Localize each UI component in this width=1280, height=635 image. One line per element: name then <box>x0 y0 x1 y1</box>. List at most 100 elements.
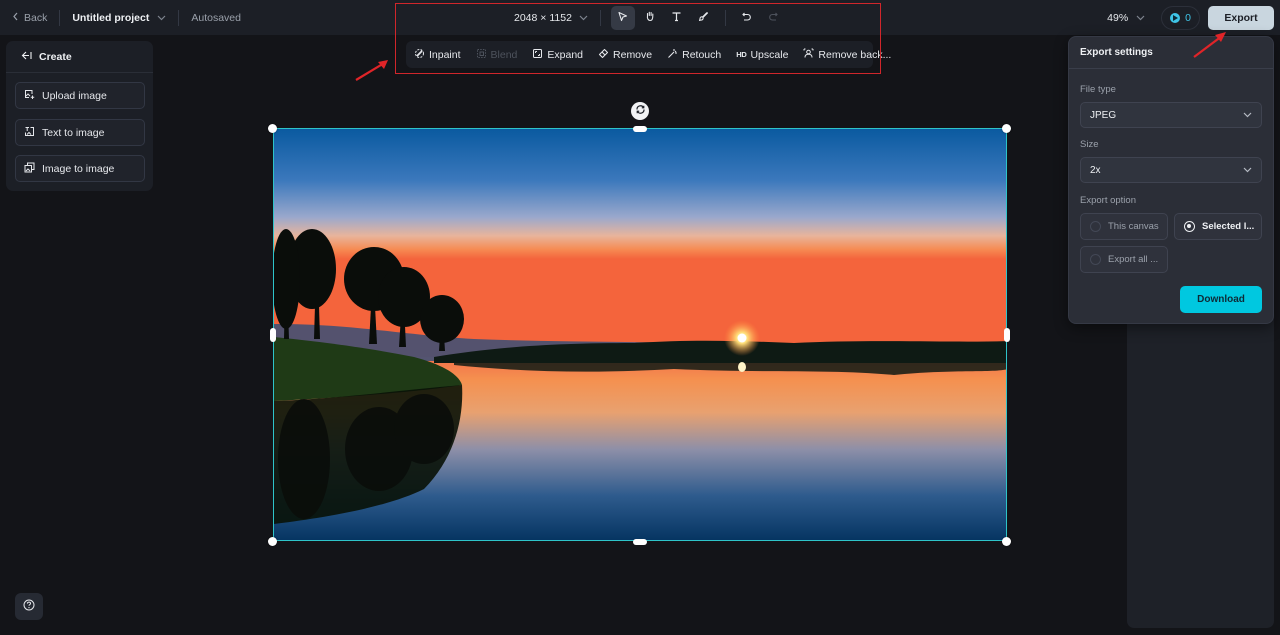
text-to-image-button[interactable]: Text to image <box>15 119 145 146</box>
image-to-image-label: Image to image <box>42 162 115 175</box>
chevron-down-icon <box>579 12 588 24</box>
radio-icon <box>1090 221 1101 232</box>
resize-handle-bottom-left[interactable] <box>268 537 277 546</box>
blend-label: Blend <box>490 48 518 61</box>
export-option-selected-layers[interactable]: Selected l... <box>1174 213 1262 240</box>
text-tool-button[interactable] <box>665 6 689 30</box>
resize-handle-top-right[interactable] <box>1002 124 1011 133</box>
redo-button[interactable] <box>762 6 786 30</box>
brush-icon <box>698 9 709 27</box>
create-panel-header[interactable]: Create <box>6 41 153 73</box>
file-type-select[interactable]: JPEG <box>1080 102 1262 128</box>
select-tool-button[interactable] <box>610 5 635 30</box>
canvas-size-dropdown[interactable]: 2048 × 1152 <box>514 12 588 24</box>
expand-button[interactable]: Expand <box>532 48 583 62</box>
rotate-icon <box>635 102 646 120</box>
export-option-this-canvas[interactable]: This canvas <box>1080 213 1168 240</box>
text-to-image-label: Text to image <box>42 126 105 139</box>
undo-button[interactable] <box>735 6 759 30</box>
upscale-label: Upscale <box>750 48 789 61</box>
canvas-dimensions: 2048 × 1152 <box>514 11 572 24</box>
resize-handle-bottom-right[interactable] <box>1002 537 1011 546</box>
top-bar: Back Untitled project Autosaved 2048 × 1… <box>0 0 1280 35</box>
hand-icon <box>644 9 656 27</box>
credits-badge[interactable]: 0 <box>1161 5 1200 30</box>
eraser-icon <box>598 48 609 62</box>
rotate-handle[interactable] <box>631 102 649 120</box>
text-to-image-icon <box>24 126 35 140</box>
export-option-label: Export option <box>1080 195 1136 206</box>
hand-tool-button[interactable] <box>638 6 662 30</box>
export-button[interactable]: Export <box>1208 5 1274 30</box>
divider <box>724 9 726 26</box>
export-settings-popover: Export settings File type JPEG Size 2x E… <box>1068 36 1274 324</box>
remove-background-icon <box>803 48 814 62</box>
resize-handle-right[interactable] <box>1004 328 1010 342</box>
radio-icon <box>1090 254 1101 265</box>
top-bar-left: Back Untitled project Autosaved <box>12 0 241 35</box>
file-type-value: JPEG <box>1090 109 1117 121</box>
image-edit-toolbar: Inpaint Blend Expand Remove Retouch HD U… <box>406 41 891 68</box>
zoom-dropdown[interactable]: 49% <box>1107 12 1145 24</box>
remove-label: Remove <box>613 48 653 61</box>
sunset-lake-photo <box>274 129 1006 540</box>
project-name-dropdown[interactable]: Untitled project <box>72 12 166 24</box>
chevron-down-icon <box>1243 165 1252 176</box>
size-select[interactable]: 2x <box>1080 157 1262 183</box>
resize-handle-left[interactable] <box>270 328 276 342</box>
export-option-export-all[interactable]: Export all ... <box>1080 246 1168 273</box>
back-label: Back <box>24 11 48 24</box>
file-type-label: File type <box>1080 84 1116 95</box>
option-label: This canvas <box>1108 221 1159 232</box>
divider <box>59 9 61 26</box>
divider <box>178 9 180 26</box>
selected-image-layer[interactable] <box>273 128 1007 541</box>
undo-icon <box>741 9 752 27</box>
download-button[interactable]: Download <box>1180 286 1262 313</box>
resize-handle-top-left[interactable] <box>268 124 277 133</box>
back-button[interactable]: Back <box>12 12 47 24</box>
collapse-left-icon <box>21 51 32 63</box>
top-bar-right: 49% 0 Export <box>1107 0 1274 35</box>
inpaint-button[interactable]: Inpaint <box>414 48 461 62</box>
hd-icon: HD <box>736 50 747 59</box>
help-icon <box>23 598 35 616</box>
option-label: Selected l... <box>1202 221 1255 232</box>
upload-image-label: Upload image <box>42 89 107 102</box>
annotation-arrow <box>355 60 388 81</box>
export-settings-title: Export settings <box>1069 37 1273 69</box>
radio-selected-icon <box>1184 221 1195 232</box>
cursor-arrow-icon <box>617 9 628 27</box>
save-status: Autosaved <box>191 11 241 24</box>
resize-handle-top[interactable] <box>633 126 647 132</box>
expand-label: Expand <box>547 48 584 61</box>
expand-icon <box>532 48 543 62</box>
remove-button[interactable]: Remove <box>598 48 652 62</box>
blend-icon <box>476 48 487 62</box>
brush-tool-button[interactable] <box>692 6 716 30</box>
inpaint-label: Inpaint <box>429 48 461 61</box>
upload-image-button[interactable]: Upload image <box>15 82 145 109</box>
zoom-level: 49% <box>1107 11 1129 24</box>
size-value: 2x <box>1090 164 1101 176</box>
blend-button[interactable]: Blend <box>476 48 518 62</box>
remove-background-label: Remove back... <box>818 48 892 61</box>
option-label: Export all ... <box>1108 254 1159 265</box>
help-button[interactable] <box>15 593 43 620</box>
magic-wand-icon <box>667 48 678 62</box>
create-panel: Create Upload image Text to image Image … <box>6 41 153 191</box>
upscale-button[interactable]: HD Upscale <box>736 49 788 61</box>
project-name: Untitled project <box>72 11 150 24</box>
credits-icon <box>1170 12 1181 23</box>
chevron-down-icon <box>1136 12 1145 24</box>
redo-icon <box>768 9 779 27</box>
image-to-image-button[interactable]: Image to image <box>15 155 145 182</box>
remove-background-button[interactable]: Remove back... <box>803 48 891 62</box>
resize-handle-bottom[interactable] <box>633 539 647 545</box>
inpaint-icon <box>414 48 425 62</box>
chevron-down-icon <box>157 12 166 24</box>
retouch-button[interactable]: Retouch <box>667 48 721 62</box>
divider <box>599 9 601 26</box>
chevron-left-icon <box>12 12 19 24</box>
text-icon <box>671 9 682 27</box>
